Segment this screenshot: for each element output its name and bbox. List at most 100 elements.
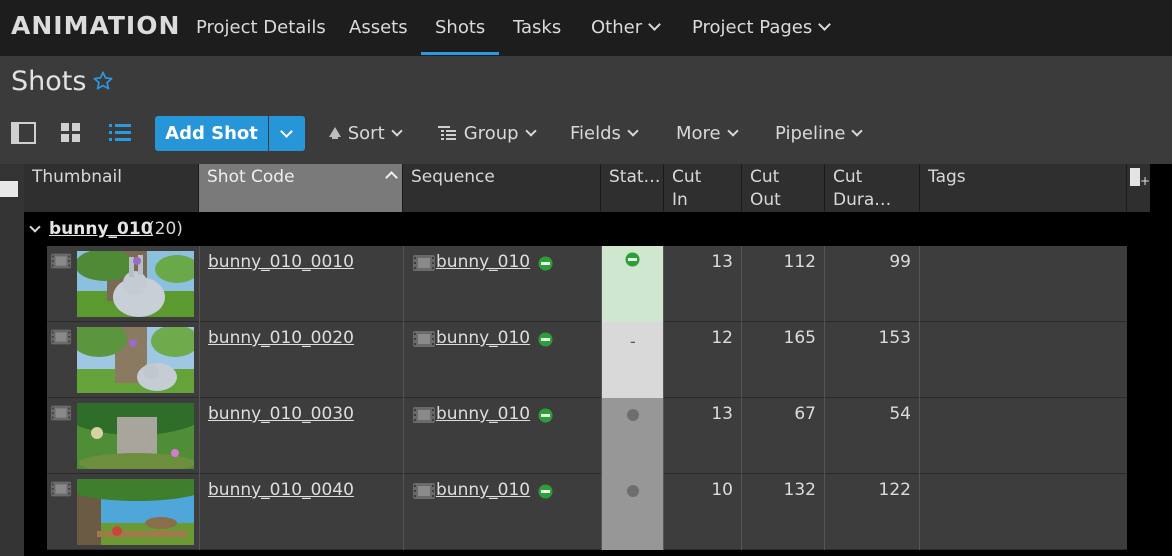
thumbnail-cell[interactable] [47, 322, 200, 398]
chevron-down-icon [851, 125, 864, 137]
tags-cell[interactable] [920, 398, 1127, 474]
column-header-cut-out[interactable]: Cut Out [742, 164, 825, 212]
group-menu[interactable]: Group [438, 123, 537, 144]
sequence-link[interactable]: bunny_010 [436, 252, 530, 272]
status-green-icon [538, 484, 553, 499]
shot-code-cell[interactable]: bunny_010_0030 [200, 398, 404, 474]
sequence-link[interactable]: bunny_010 [436, 328, 530, 348]
nav-assets[interactable]: Assets [349, 17, 408, 38]
cut-out-cell[interactable]: 132 [742, 474, 825, 550]
film-icon[interactable] [50, 404, 72, 422]
table-row[interactable]: bunny_010_0030 bunny_010 13 67 54 [47, 398, 1127, 474]
sequence-film-icon [413, 407, 435, 423]
chevron-down-icon [524, 125, 537, 137]
cut-in-value: 13 [711, 404, 733, 424]
cut-out-cell[interactable]: 165 [742, 322, 825, 398]
shot-thumbnail[interactable] [77, 479, 194, 545]
shot-code-link[interactable]: bunny_010_0010 [208, 252, 354, 272]
film-icon[interactable] [50, 328, 72, 346]
sequence-link[interactable]: bunny_010 [436, 404, 530, 424]
cut-out-value: 132 [783, 480, 816, 500]
select-all-checkbox[interactable] [0, 181, 18, 197]
column-header-tags[interactable]: Tags [920, 164, 1127, 212]
shot-code-link[interactable]: bunny_010_0020 [208, 328, 354, 348]
status-cell[interactable] [602, 246, 664, 322]
film-icon[interactable] [50, 480, 72, 498]
thumbnail-cell[interactable] [47, 246, 200, 322]
thumbnail-cell[interactable] [47, 474, 200, 550]
shot-code-link[interactable]: bunny_010_0040 [208, 480, 354, 500]
column-header-thumbnail[interactable]: Thumbnail [24, 164, 199, 212]
table-row[interactable]: bunny_010_0040 bunny_010 10 132 122 [47, 474, 1127, 550]
table-row[interactable]: bunny_010_0020 bunny_010 - 12 165 153 [47, 322, 1127, 398]
sort-label: Sort [347, 123, 385, 144]
cut-duration-cell[interactable]: 99 [825, 246, 920, 322]
table-row[interactable]: bunny_010_0010 bunny_010 13 112 99 [47, 246, 1127, 322]
cut-duration-cell[interactable]: 122 [825, 474, 920, 550]
cut-in-cell[interactable]: 12 [664, 322, 742, 398]
shot-rows: bunny_010_0010 bunny_010 13 112 99 bunny_010_… [47, 246, 1127, 550]
column-label: Cut Out [750, 167, 781, 210]
chevron-down-icon [818, 18, 832, 31]
group-name-link[interactable]: bunny_010 [49, 219, 153, 239]
cut-out-value: 67 [794, 404, 816, 424]
column-header-shot-code[interactable]: Shot Code [199, 164, 403, 212]
brand-logo[interactable]: ANIMATION [11, 11, 180, 40]
shot-code-cell[interactable]: bunny_010_0040 [200, 474, 404, 550]
status-cell[interactable] [602, 398, 664, 474]
add-column-button[interactable]: + [1127, 164, 1150, 212]
nav-label: Assets [349, 17, 408, 38]
cut-out-cell[interactable]: 112 [742, 246, 825, 322]
list-view-icon[interactable] [108, 122, 132, 144]
nav-label: Project Details [196, 17, 326, 38]
status-cell[interactable]: - [602, 322, 664, 398]
nav-other[interactable]: Other [591, 17, 661, 38]
shot-code-cell[interactable]: bunny_010_0020 [200, 322, 404, 398]
shot-thumbnail[interactable] [77, 403, 194, 469]
sort-menu[interactable]: Sort [328, 123, 403, 144]
group-header[interactable]: bunny_010 (20) [24, 212, 1150, 246]
shot-thumbnail[interactable] [77, 327, 194, 393]
shot-code-link[interactable]: bunny_010_0030 [208, 404, 354, 424]
column-label: Sequence [411, 167, 495, 187]
column-header-sequence[interactable]: Sequence [403, 164, 601, 212]
cut-duration-cell[interactable]: 54 [825, 398, 920, 474]
tags-cell[interactable] [920, 322, 1127, 398]
nav-shots[interactable]: Shots [435, 17, 485, 38]
add-shot-dropdown-button[interactable] [269, 116, 305, 151]
cut-in-cell[interactable]: 13 [664, 398, 742, 474]
cut-duration-cell[interactable]: 153 [825, 322, 920, 398]
column-header-cut-duration[interactable]: Cut Dura… [825, 164, 920, 212]
cut-in-value: 12 [711, 328, 733, 348]
add-shot-button[interactable]: Add Shot [155, 116, 268, 151]
fields-menu[interactable]: Fields [570, 123, 639, 144]
nav-project-details[interactable]: Project Details [196, 17, 326, 38]
sequence-cell[interactable]: bunny_010 [404, 398, 602, 474]
thumbnail-grid-icon[interactable] [60, 122, 82, 144]
cut-in-cell[interactable]: 10 [664, 474, 742, 550]
cut-in-cell[interactable]: 13 [664, 246, 742, 322]
tags-cell[interactable] [920, 474, 1127, 550]
chevron-down-icon[interactable] [29, 221, 41, 233]
tags-cell[interactable] [920, 246, 1127, 322]
film-icon[interactable] [50, 252, 72, 270]
thumbnail-cell[interactable] [47, 398, 200, 474]
nav-project-pages[interactable]: Project Pages [692, 17, 832, 38]
more-menu[interactable]: More [676, 123, 739, 144]
nav-tasks[interactable]: Tasks [513, 17, 561, 38]
column-header-cut-in[interactable]: Cut In [664, 164, 742, 212]
sort-ascending-icon [385, 171, 398, 184]
status-cell[interactable] [602, 474, 664, 550]
shot-thumbnail[interactable] [77, 251, 194, 317]
sequence-cell[interactable]: bunny_010 [404, 246, 602, 322]
status-na-icon: - [630, 332, 636, 351]
column-header-status[interactable]: Stat… [601, 164, 664, 212]
pipeline-menu[interactable]: Pipeline [775, 123, 864, 144]
star-outline-icon[interactable] [92, 70, 114, 92]
shot-code-cell[interactable]: bunny_010_0010 [200, 246, 404, 322]
sequence-link[interactable]: bunny_010 [436, 480, 530, 500]
sequence-cell[interactable]: bunny_010 [404, 474, 602, 550]
panel-view-icon[interactable] [11, 122, 36, 144]
sequence-cell[interactable]: bunny_010 [404, 322, 602, 398]
cut-out-cell[interactable]: 67 [742, 398, 825, 474]
